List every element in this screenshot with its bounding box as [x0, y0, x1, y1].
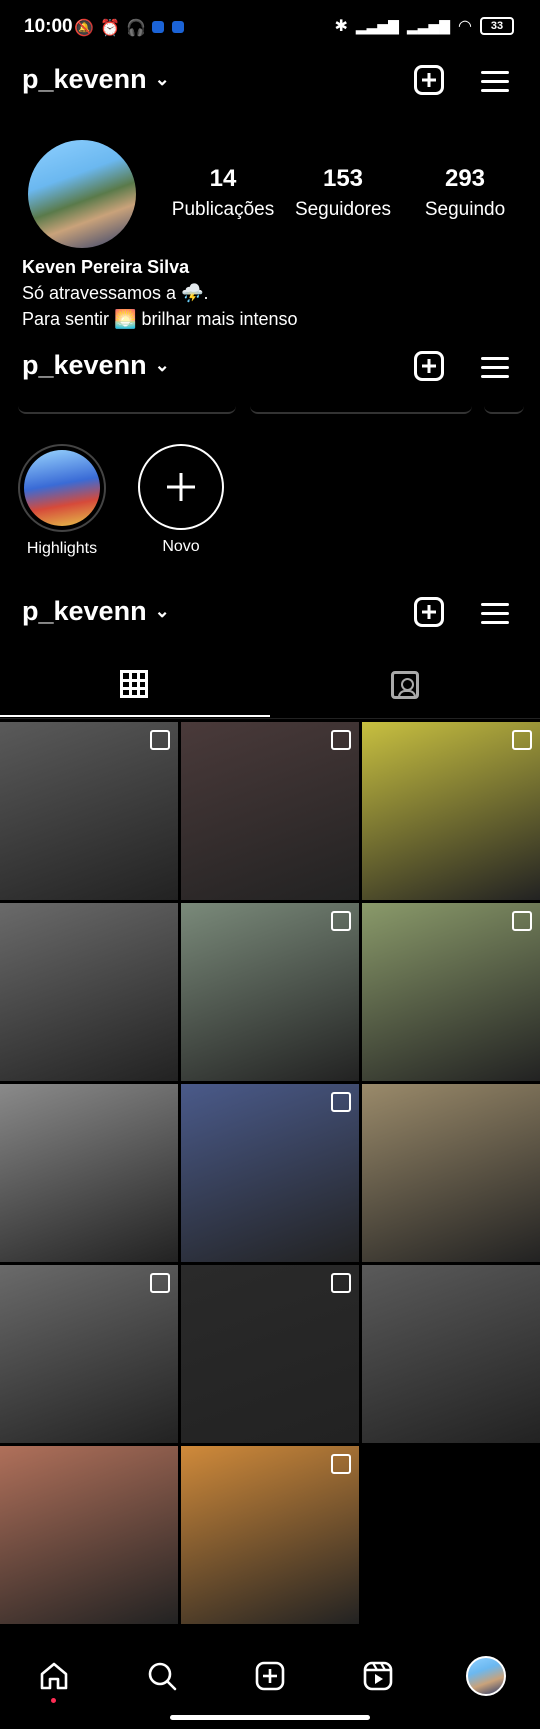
bio-line: Para sentir 🌅 brilhar mais intenso	[22, 309, 298, 329]
button-edge	[18, 406, 236, 414]
post-thumbnail[interactable]	[181, 722, 359, 900]
menu-button[interactable]	[481, 351, 515, 385]
plus-icon	[138, 444, 224, 530]
post-thumbnail[interactable]	[362, 1084, 540, 1262]
new-highlight-button[interactable]: Novo	[138, 444, 224, 556]
home-icon	[40, 1662, 68, 1690]
display-name: Keven Pereira Silva	[22, 257, 190, 277]
username-switcher[interactable]: p_kevenn ⌄	[22, 596, 170, 627]
signal-icon: ▂▃▅▇	[355, 17, 399, 34]
multiple-photos-icon	[331, 1273, 351, 1293]
chevron-down-icon: ⌄	[154, 355, 170, 375]
new-post-button[interactable]	[414, 351, 448, 385]
chevron-down-icon: ⌄	[154, 601, 170, 621]
alarm-icon: ⏰	[100, 20, 120, 37]
post-thumbnail[interactable]	[181, 1084, 359, 1262]
search-icon	[148, 1662, 177, 1691]
multiple-photos-icon	[150, 1273, 170, 1293]
home-tab[interactable]	[36, 1658, 72, 1694]
post-thumbnail[interactable]	[0, 722, 178, 900]
post-thumbnail[interactable]	[362, 903, 540, 1081]
username-switcher[interactable]: p_kevenn ⌄	[22, 350, 170, 381]
reels-icon	[363, 1661, 393, 1691]
sticky-header: p_kevenn ⌄	[0, 338, 540, 398]
status-icons-right: ✱ ▂▃▅▇ ▂▃▅▇ ◠ 33	[334, 16, 514, 36]
highlight-label: Novo	[162, 538, 200, 555]
post-thumbnail[interactable]	[362, 1265, 540, 1443]
mute-icon: 🔕	[74, 20, 94, 37]
button-edge	[484, 406, 524, 414]
chevron-down-icon: ⌄	[154, 69, 170, 89]
post-thumbnail[interactable]	[0, 1446, 178, 1624]
search-tab[interactable]	[144, 1658, 180, 1694]
button-edge	[250, 406, 472, 414]
wifi-icon: ◠	[458, 18, 472, 35]
bluetooth-icon: ✱	[334, 18, 348, 35]
battery-icon: 33	[480, 17, 514, 35]
post-thumbnail[interactable]	[0, 1265, 178, 1443]
app-icon	[152, 21, 164, 33]
new-post-icon	[414, 597, 444, 627]
post-thumbnail[interactable]	[181, 1265, 359, 1443]
post-thumbnail[interactable]	[0, 1084, 178, 1262]
create-tab[interactable]	[252, 1658, 288, 1694]
multiple-photos-icon	[331, 911, 351, 931]
create-icon	[255, 1661, 285, 1691]
following-count[interactable]: 293 Seguindo	[410, 165, 520, 221]
multiple-photos-icon	[331, 1454, 351, 1474]
multiple-photos-icon	[331, 730, 351, 750]
menu-button[interactable]	[481, 597, 515, 631]
posts-grid	[0, 722, 540, 1624]
profile-avatar[interactable]	[28, 140, 136, 248]
menu-button[interactable]	[481, 65, 515, 99]
headphones-icon: 🎧	[126, 20, 146, 37]
new-post-icon	[414, 65, 444, 95]
tagged-icon[interactable]	[391, 671, 419, 699]
username: p_kevenn	[22, 350, 147, 380]
posts-count[interactable]: 14 Publicações	[168, 165, 278, 221]
multiple-photos-icon	[512, 911, 532, 931]
post-thumbnail[interactable]	[181, 903, 359, 1081]
username: p_kevenn	[22, 64, 147, 94]
bio: Keven Pereira Silva Só atravessamos a ⛈️…	[22, 254, 298, 332]
multiple-photos-icon	[331, 1092, 351, 1112]
username: p_kevenn	[22, 596, 147, 626]
grid-icon[interactable]	[120, 670, 148, 698]
gesture-bar	[170, 1715, 370, 1720]
highlight-label: Highlights	[26, 540, 98, 557]
profile-tab[interactable]	[466, 1656, 506, 1696]
status-icons-left: 🔕 ⏰ 🎧	[74, 18, 184, 37]
profile-tabs	[0, 660, 540, 719]
highlight-cover	[18, 444, 106, 532]
post-thumbnail[interactable]	[181, 1446, 359, 1624]
followers-count[interactable]: 153 Seguidores	[288, 165, 398, 221]
username-switcher[interactable]: p_kevenn ⌄	[22, 64, 170, 95]
active-tab-indicator	[0, 715, 270, 717]
post-thumbnail[interactable]	[0, 903, 178, 1081]
bio-line: Só atravessamos a ⛈️.	[22, 283, 209, 303]
notification-dot	[51, 1698, 56, 1703]
multiple-photos-icon	[150, 730, 170, 750]
profile-header: p_kevenn ⌄	[0, 52, 540, 112]
signal-icon: ▂▃▅▇	[406, 17, 451, 34]
highlight-item[interactable]: Highlights	[18, 444, 106, 558]
multiple-photos-icon	[512, 730, 532, 750]
sticky-header: p_kevenn ⌄	[0, 584, 540, 644]
clock: 10:00	[24, 16, 73, 37]
new-post-button[interactable]	[414, 597, 448, 631]
new-post-button[interactable]	[414, 65, 448, 99]
post-thumbnail[interactable]	[362, 722, 540, 900]
app-icon	[172, 21, 184, 33]
new-post-icon	[414, 351, 444, 381]
reels-tab[interactable]	[360, 1658, 396, 1694]
status-bar: 10:00 🔕 ⏰ 🎧 ✱ ▂▃▅▇ ▂▃▅▇ ◠ 33	[0, 0, 540, 60]
